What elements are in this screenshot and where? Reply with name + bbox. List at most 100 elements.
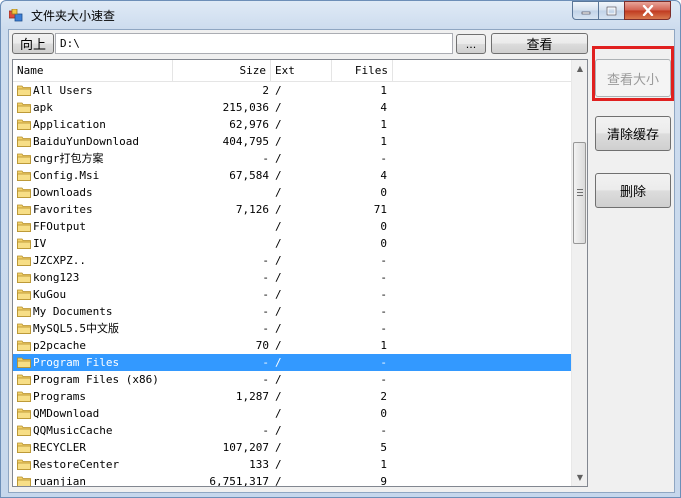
table-row[interactable]: p2pcache 70 / 1 — [13, 337, 571, 354]
table-row[interactable]: QMDownload / 0 — [13, 405, 571, 422]
up-button[interactable]: 向上 — [12, 33, 54, 54]
view-size-button[interactable]: 查看大小 — [595, 59, 671, 97]
table-row[interactable]: RestoreCenter 133 / 1 — [13, 456, 571, 473]
folder-icon — [17, 136, 31, 147]
folder-icon — [17, 170, 31, 181]
row-files: 1 — [380, 458, 387, 471]
row-size — [173, 235, 269, 252]
row-name: p2pcache — [33, 339, 86, 352]
table-row[interactable]: Favorites 7,126 / 71 — [13, 201, 571, 218]
scroll-down-arrow-icon[interactable]: ▼ — [572, 469, 587, 486]
table-row[interactable]: JZCXPZ.. - / - — [13, 252, 571, 269]
row-ext: / — [275, 424, 282, 437]
row-size — [173, 218, 269, 235]
table-row[interactable]: Program Files (x86) - / - — [13, 371, 571, 388]
row-ext: / — [275, 186, 282, 199]
row-ext: / — [275, 271, 282, 284]
table-row[interactable]: FFOutput / 0 — [13, 218, 571, 235]
close-button[interactable] — [624, 1, 671, 20]
folder-icon — [17, 238, 31, 249]
table-row[interactable]: Program Files - / - — [13, 354, 571, 371]
row-size: - — [262, 288, 269, 301]
table-row[interactable]: QQMusicCache - / - — [13, 422, 571, 439]
table-row[interactable]: Config.Msi 67,584 / 4 — [13, 167, 571, 184]
folder-icon — [17, 85, 31, 96]
folder-icon — [17, 289, 31, 300]
row-files: 1 — [380, 135, 387, 148]
table-row[interactable]: All Users 2 / 1 — [13, 82, 571, 99]
close-icon — [642, 5, 653, 16]
row-size: - — [262, 254, 269, 267]
row-ext: / — [275, 237, 282, 250]
browse-button[interactable]: ... — [456, 34, 486, 54]
row-name: IV — [33, 237, 47, 250]
scroll-up-arrow-icon[interactable]: ▲ — [572, 60, 587, 77]
table-row[interactable]: ruanjian 6,751,317 / 9 — [13, 473, 571, 487]
row-size: - — [262, 373, 269, 386]
view-button[interactable]: 查看 — [491, 33, 588, 54]
row-size: 107,207 — [222, 441, 269, 454]
row-name: QQMusicCache — [33, 424, 113, 437]
folder-icon — [17, 272, 31, 283]
grip-icon — [577, 189, 583, 197]
row-name: MySQL5.5中文版 — [33, 322, 119, 335]
clear-cache-button[interactable]: 清除缓存 — [595, 116, 671, 151]
table-row[interactable]: Downloads / 0 — [13, 184, 571, 201]
row-ext: / — [275, 356, 282, 369]
table-row[interactable]: apk 215,036 / 4 — [13, 99, 571, 116]
row-files: 1 — [380, 84, 387, 97]
row-files: 71 — [373, 203, 387, 216]
table-row[interactable]: IV / 0 — [13, 235, 571, 252]
row-ext: / — [275, 101, 282, 114]
row-ext: / — [275, 339, 282, 352]
column-header-size[interactable]: Size — [173, 60, 271, 81]
row-size: 7,126 — [235, 203, 269, 216]
column-header-name[interactable]: Name — [13, 60, 173, 81]
folder-list[interactable]: Name Size Ext Files All Users 2 / 1 apk 215,0… — [12, 59, 588, 487]
folder-icon — [17, 391, 31, 402]
table-row[interactable]: My Documents - / - — [13, 303, 571, 320]
table-row[interactable]: kong123- / - — [13, 269, 571, 286]
minimize-button[interactable] — [572, 1, 599, 20]
row-files: 1 — [380, 118, 387, 131]
row-name: Program Files — [33, 356, 120, 369]
row-size: 70 — [255, 339, 269, 352]
row-size: - — [262, 356, 269, 369]
column-header-ext[interactable]: Ext — [271, 60, 332, 81]
row-name: apk — [33, 101, 53, 114]
scroll-thumb[interactable] — [573, 142, 586, 244]
row-name: kong123 — [33, 271, 80, 284]
row-size: - — [262, 152, 269, 165]
folder-icon — [17, 221, 31, 232]
table-row[interactable]: Programs 1,287 / 2 — [13, 388, 571, 405]
vertical-scrollbar[interactable]: ▲ ▼ — [571, 60, 587, 486]
path-input[interactable]: D:\ — [55, 33, 453, 54]
table-row[interactable]: KuGou - / - — [13, 286, 571, 303]
row-ext: / — [275, 305, 282, 318]
row-files: - — [380, 152, 387, 165]
row-size: 404,795 — [222, 135, 269, 148]
row-ext: / — [275, 220, 282, 233]
folder-icon — [17, 340, 31, 351]
table-row[interactable]: MySQL5.5中文版 - / - — [13, 320, 571, 337]
row-name: All Users — [33, 84, 93, 97]
row-ext: / — [275, 458, 282, 471]
row-size: 62,976 — [229, 118, 269, 131]
window-title: 文件夹大小速查 — [31, 9, 116, 23]
table-row[interactable]: cngr打包方案 - / - — [13, 150, 571, 167]
delete-button[interactable]: 删除 — [595, 173, 671, 208]
table-row[interactable]: RECYCLER 107,207 / 5 — [13, 439, 571, 456]
table-row[interactable]: BaiduYunDownload 404,795 / 1 — [13, 133, 571, 150]
row-size: - — [262, 424, 269, 437]
row-files: 4 — [380, 169, 387, 182]
table-row[interactable]: Application 62,976 / 1 — [13, 116, 571, 133]
folder-icon — [17, 408, 31, 419]
row-files: 9 — [380, 475, 387, 487]
column-header-files[interactable]: Files — [332, 60, 393, 81]
row-name: RestoreCenter — [33, 458, 120, 471]
maximize-button[interactable] — [598, 1, 625, 20]
folder-icon — [17, 204, 31, 215]
title-bar[interactable]: 文件夹大小速查 — [1, 1, 680, 29]
row-size: 1,287 — [235, 390, 269, 403]
row-files: 5 — [380, 441, 387, 454]
